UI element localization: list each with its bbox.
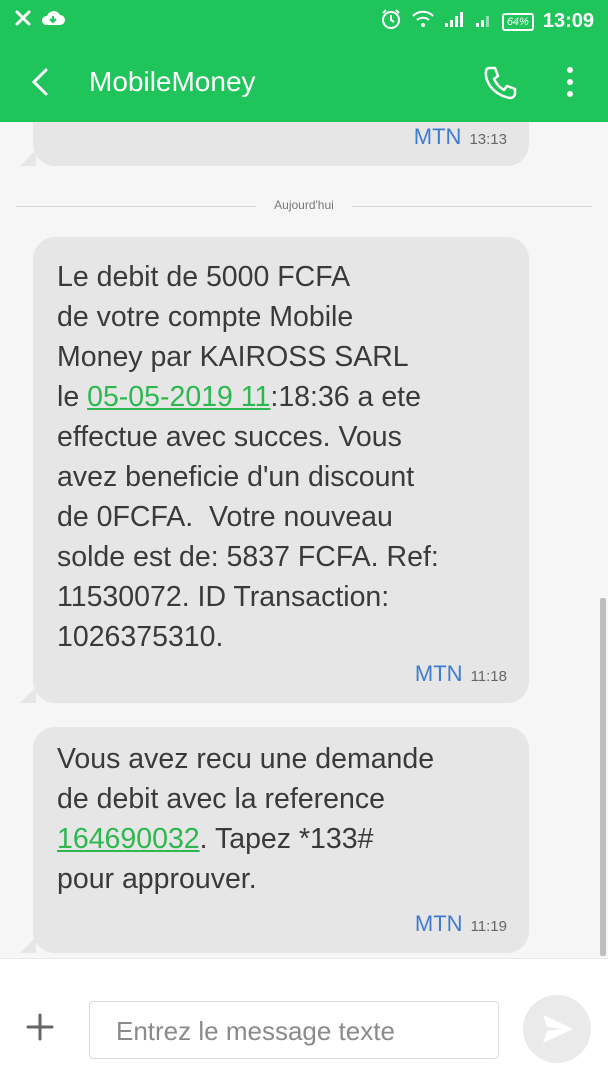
message-time: 11:19: [470, 918, 507, 935]
message-bubble[interactable]: Vous avez recu une demande de debit avec…: [20, 727, 529, 953]
bubble-tail: [20, 150, 36, 166]
message-meta: MTN 13:13: [414, 124, 507, 150]
message-time: 11:18: [470, 668, 507, 685]
message-list[interactable]: MTN 13:13 Aujourd'hui Le debit de 5000 F…: [0, 122, 608, 958]
message-bubble[interactable]: Le debit de 5000 FCFA de votre compte Mo…: [20, 237, 529, 703]
status-bar: 64% 13:09: [0, 0, 608, 42]
status-left-icons: [14, 9, 66, 32]
app-bar: MobileMoney: [0, 42, 608, 122]
cloud-icon: [40, 9, 66, 32]
plus-icon: [14, 1013, 66, 1057]
reference-link[interactable]: 164690032: [57, 823, 200, 855]
message-input-placeholder: Entrez le message texte: [116, 1016, 395, 1046]
message-sender: MTN: [414, 661, 463, 686]
close-x-icon: [14, 9, 32, 32]
divider-line: [352, 206, 592, 207]
message-sender: MTN: [414, 911, 463, 936]
message-text: Le debit de 5000 FCFA de votre compte Mo…: [57, 257, 517, 657]
more-vert-icon: [552, 67, 588, 108]
wifi-icon: [411, 9, 435, 34]
status-right-icons: 64% 13:09: [380, 8, 594, 35]
composer-bar: Entrez le message texte: [0, 958, 608, 1081]
back-chevron-icon: [22, 68, 62, 106]
message-sender: MTN: [413, 124, 462, 149]
more-options-button[interactable]: [552, 60, 588, 104]
bubble-tail: [20, 687, 36, 703]
message-input[interactable]: Entrez le message texte: [89, 1001, 499, 1059]
send-button[interactable]: [523, 995, 591, 1063]
attach-button[interactable]: [14, 1001, 66, 1053]
back-button[interactable]: [22, 62, 62, 102]
day-divider-label: Aujourd'hui: [274, 198, 334, 212]
message-meta: MTN 11:18: [415, 661, 507, 687]
signal-icon-2: [475, 10, 493, 33]
message-meta: MTN 11:19: [415, 911, 507, 937]
signal-icon: [444, 10, 466, 33]
day-divider: Aujourd'hui: [16, 198, 592, 214]
conversation-title: MobileMoney: [89, 66, 256, 97]
status-time: 13:09: [542, 10, 594, 32]
message-bubble[interactable]: MTN 13:13: [20, 122, 529, 166]
bubble-tail: [20, 937, 36, 953]
phone-icon: [478, 66, 522, 108]
scrollbar[interactable]: [600, 598, 606, 956]
battery-icon: 64%: [501, 12, 534, 31]
send-icon: [523, 1015, 591, 1067]
message-text-part: Vous avez recu une demande de debit avec…: [57, 743, 435, 815]
call-button[interactable]: [478, 60, 522, 104]
alarm-icon: [380, 8, 402, 35]
date-link[interactable]: 05-05-2019 11: [87, 381, 270, 413]
message-text: Vous avez recu une demande de debit avec…: [57, 739, 517, 899]
message-text-part: :18:36 a ete effectue avec succes. Vous …: [57, 381, 439, 653]
message-time: 13:13: [469, 131, 507, 148]
